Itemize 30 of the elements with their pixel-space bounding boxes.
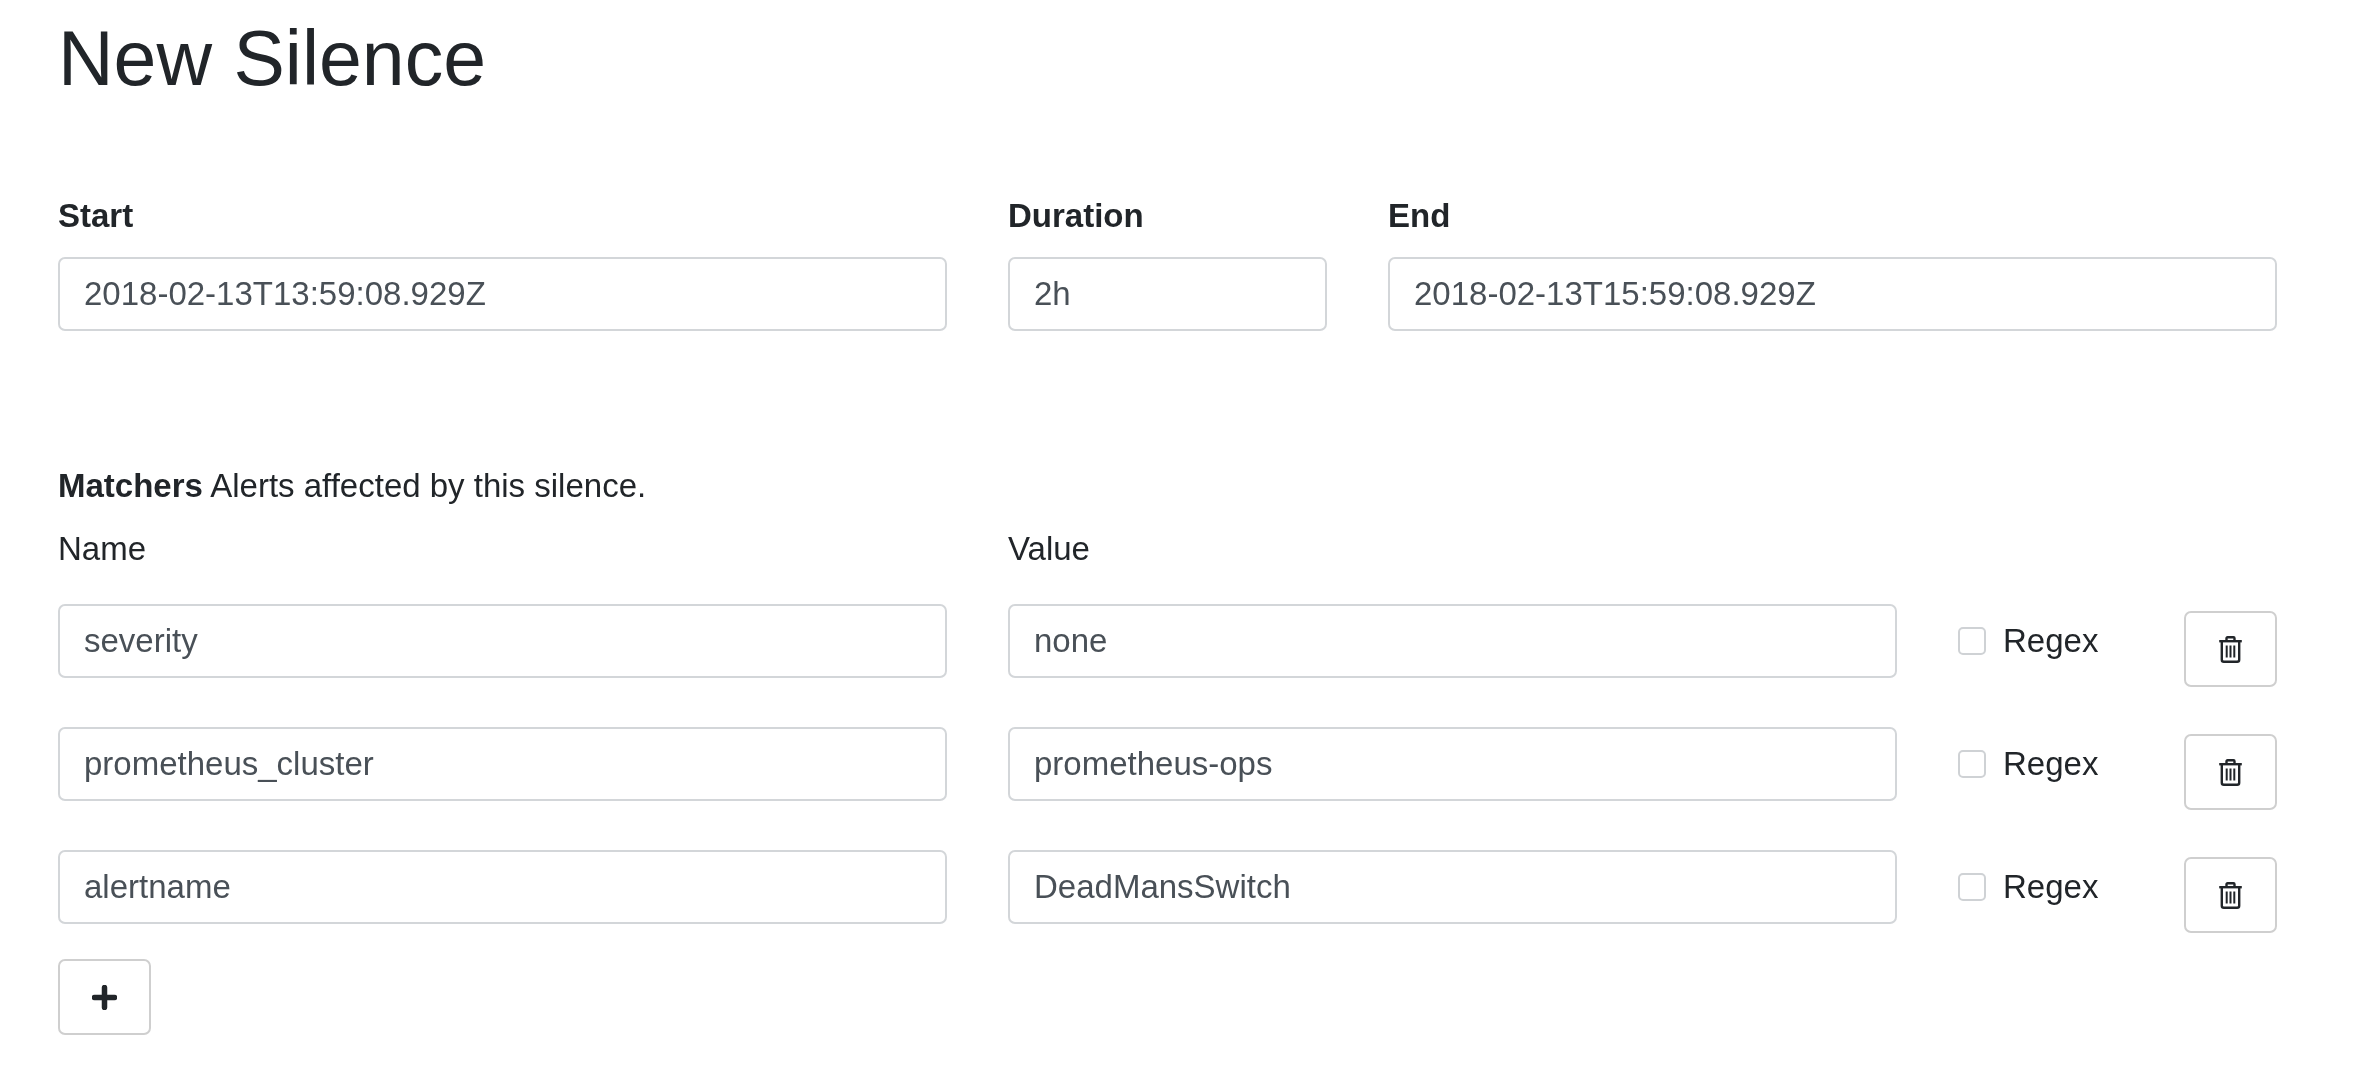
input-field[interactable]: 2018-02-13T13:59:08.929Z [58,257,947,332]
regex-checkbox[interactable] [1958,627,1986,656]
column-label: Name [58,529,147,570]
regex-checkbox[interactable] [1958,750,1986,779]
field-label: Start [58,196,134,237]
column-label: Value [1008,529,1090,570]
checkbox-label: Regex [2003,621,2099,662]
page-title: New Silence [58,14,487,103]
plus-icon [92,984,117,1010]
value-input-field[interactable]: prometheus-ops [1008,727,1897,802]
checkbox-label: Regex [2003,744,2099,785]
name-input-field[interactable]: severity [58,604,947,679]
trash-icon [2218,881,2243,909]
delete-button[interactable] [2184,611,2277,688]
field-label: End [1388,196,1451,237]
checkbox-label: Regex [2003,867,2099,908]
add-button[interactable] [58,959,151,1036]
field-label: Duration [1008,196,1144,237]
regex-checkbox[interactable] [1958,873,1986,902]
delete-button[interactable] [2184,734,2277,811]
trash-icon [2218,635,2243,663]
delete-button[interactable] [2184,857,2277,934]
input-field[interactable]: 2h [1008,257,1327,332]
name-input-field[interactable]: prometheus_cluster [58,727,947,802]
section-heading: Matchers Alerts affected by this silence. [58,466,648,507]
name-input-field[interactable]: alertname [58,850,947,925]
input-field[interactable]: 2018-02-13T15:59:08.929Z [1388,257,2277,332]
value-input-field[interactable]: none [1008,604,1897,679]
value-input-field[interactable]: DeadMansSwitch [1008,850,1897,925]
trash-icon [2218,758,2243,786]
